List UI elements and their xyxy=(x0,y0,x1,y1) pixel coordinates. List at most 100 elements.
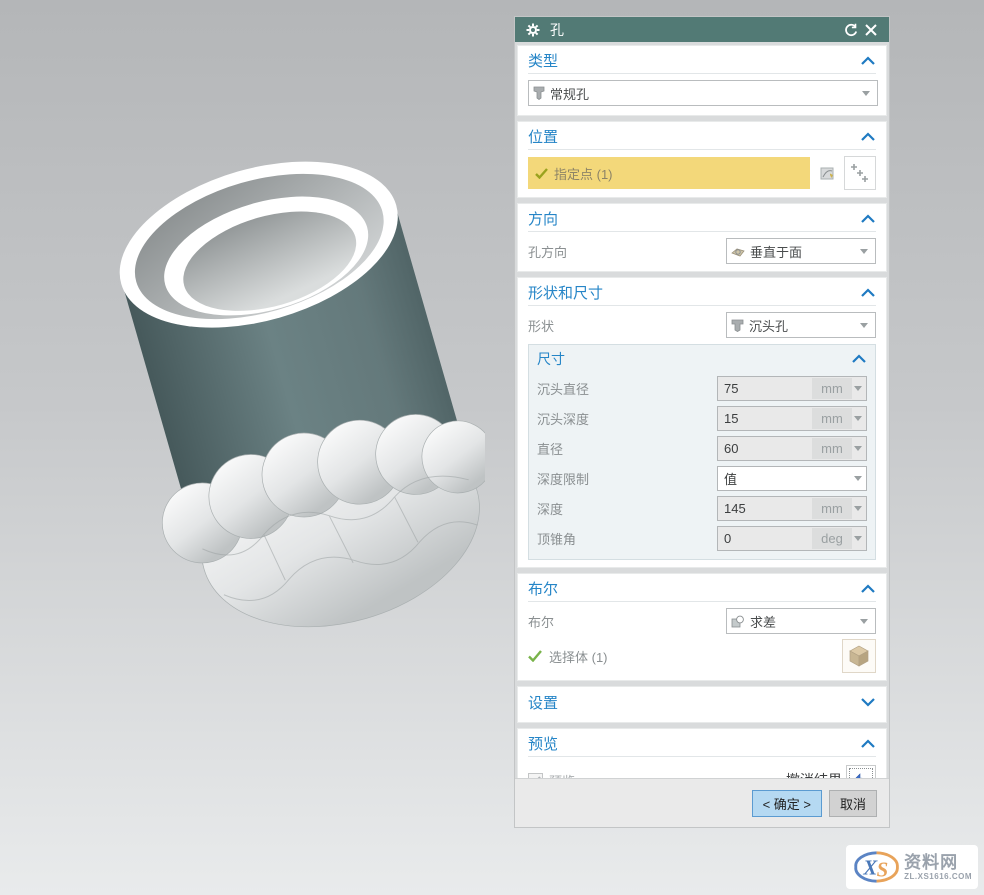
dropdown-caret-icon xyxy=(860,249,868,254)
watermark-name: 资料网 xyxy=(904,854,972,872)
cancel-button[interactable]: 取消 xyxy=(829,790,877,817)
cbore-depth-row: 沉头深度 15 mm xyxy=(537,406,867,431)
section-boolean-header[interactable]: 布尔 xyxy=(528,576,876,602)
xs-logo: X S xyxy=(852,849,901,885)
chevron-up-icon[interactable] xyxy=(851,354,867,364)
ok-button[interactable]: < 确定 > xyxy=(752,790,822,817)
specify-point-row: 指定点 (1) xyxy=(528,156,876,190)
tip-angle-unit: deg xyxy=(812,528,852,549)
dialog-body: 类型 常规孔 位置 指定点 (1 xyxy=(515,42,889,778)
depth-label: 深度 xyxy=(537,499,717,518)
section-shape-size-label: 形状和尺寸 xyxy=(528,282,860,303)
dropdown-caret-icon xyxy=(862,91,870,96)
select-body-button[interactable] xyxy=(842,639,876,673)
specify-point-value: 指定点 (1) xyxy=(554,164,613,183)
cbore-diameter-row: 沉头直径 75 mm xyxy=(537,376,867,401)
dimensions-header[interactable]: 尺寸 xyxy=(537,347,867,371)
field-caret-icon[interactable] xyxy=(854,506,862,511)
boolean-value: 求差 xyxy=(750,612,860,631)
chevron-up-icon[interactable] xyxy=(860,132,876,142)
chevron-up-icon[interactable] xyxy=(860,584,876,594)
specify-point-field[interactable]: 指定点 (1) xyxy=(528,157,810,189)
field-caret-icon[interactable] xyxy=(854,536,862,541)
field-caret-icon[interactable] xyxy=(854,416,862,421)
point-dialog-button[interactable] xyxy=(844,156,876,190)
section-position-label: 位置 xyxy=(528,126,860,147)
section-shape-size: 形状和尺寸 形状 沉头孔 尺寸 沉头直径 xyxy=(517,277,887,568)
checkmark-icon xyxy=(528,650,542,662)
section-preview-label: 预览 xyxy=(528,733,860,754)
undo-result-label: 撤消结果 xyxy=(786,770,842,778)
depth-limit-label: 深度限制 xyxy=(537,469,717,488)
depth-limit-dropdown[interactable]: 值 xyxy=(717,466,867,491)
tip-angle-value[interactable]: 0 xyxy=(718,531,812,546)
checkmark-icon xyxy=(535,168,548,179)
ok-button-label: < 确定 > xyxy=(763,794,811,813)
tip-angle-row: 顶锥角 0 deg xyxy=(537,526,867,551)
solid-body-cube-icon xyxy=(847,644,871,668)
cbore-depth-field[interactable]: 15 mm xyxy=(717,406,867,431)
boolean-label: 布尔 xyxy=(528,612,726,631)
dimensions-subpanel: 尺寸 沉头直径 75 mm 沉头深度 15 mm xyxy=(528,344,876,560)
hole-direction-value: 垂直于面 xyxy=(750,242,860,261)
hole-direction-dropdown[interactable]: 垂直于面 xyxy=(726,238,876,264)
section-type-header[interactable]: 类型 xyxy=(528,48,876,74)
depth-unit: mm xyxy=(812,498,852,519)
select-body-row: 选择体 (1) xyxy=(528,639,876,673)
tip-angle-field[interactable]: 0 deg xyxy=(717,526,867,551)
close-icon[interactable] xyxy=(861,20,881,40)
reset-icon[interactable] xyxy=(841,20,861,40)
section-type-label: 类型 xyxy=(528,50,860,71)
dropdown-caret-icon xyxy=(860,323,868,328)
undo-result-button[interactable] xyxy=(846,765,876,778)
cbore-diameter-field[interactable]: 75 mm xyxy=(717,376,867,401)
sketch-section-button[interactable] xyxy=(813,158,841,188)
svg-text:S: S xyxy=(877,858,889,881)
field-caret-icon[interactable] xyxy=(854,446,862,451)
section-position-header[interactable]: 位置 xyxy=(528,124,876,150)
cbore-depth-value[interactable]: 15 xyxy=(718,411,812,426)
dropdown-caret-icon[interactable] xyxy=(854,476,862,481)
preview-checkbox-label: 预览 xyxy=(549,771,786,779)
cbore-depth-label: 沉头深度 xyxy=(537,409,717,428)
boolean-dropdown[interactable]: 求差 xyxy=(726,608,876,634)
dialog-title: 孔 xyxy=(550,20,841,40)
chevron-up-icon[interactable] xyxy=(860,56,876,66)
subtract-icon xyxy=(731,615,745,628)
select-body-label: 选择体 (1) xyxy=(549,647,842,666)
dialog-menu-gear-icon[interactable] xyxy=(523,20,543,40)
section-position: 位置 指定点 (1) xyxy=(517,121,887,198)
3d-viewport[interactable] xyxy=(55,55,485,675)
shape-dropdown[interactable]: 沉头孔 xyxy=(726,312,876,338)
section-direction-header[interactable]: 方向 xyxy=(528,206,876,232)
field-caret-icon[interactable] xyxy=(854,386,862,391)
depth-field[interactable]: 145 mm xyxy=(717,496,867,521)
diameter-row: 直径 60 mm xyxy=(537,436,867,461)
hole-type-dropdown[interactable]: 常规孔 xyxy=(528,80,878,106)
boolean-row: 布尔 求差 xyxy=(528,608,876,634)
diameter-field[interactable]: 60 mm xyxy=(717,436,867,461)
normal-to-face-icon xyxy=(731,245,745,257)
shape-row: 形状 沉头孔 xyxy=(528,312,876,338)
chevron-up-icon[interactable] xyxy=(860,288,876,298)
section-preview: 预览 预览 撤消结果 xyxy=(517,728,887,778)
chevron-up-icon[interactable] xyxy=(860,214,876,224)
hole-dialog: 孔 类型 常规孔 位 xyxy=(514,16,890,828)
diameter-value[interactable]: 60 xyxy=(718,441,812,456)
depth-value[interactable]: 145 xyxy=(718,501,812,516)
section-preview-header[interactable]: 预览 xyxy=(528,731,876,757)
depth-limit-value: 值 xyxy=(718,469,854,488)
section-settings-header[interactable]: 设置 xyxy=(528,689,876,715)
chevron-down-icon[interactable] xyxy=(860,697,876,707)
counterbore-cylinder-model xyxy=(55,55,485,675)
diameter-unit: mm xyxy=(812,438,852,459)
undo-arrow-icon xyxy=(851,771,871,778)
cbore-diameter-value[interactable]: 75 xyxy=(718,381,812,396)
cbore-diameter-label: 沉头直径 xyxy=(537,379,717,398)
cbore-diameter-unit: mm xyxy=(812,378,852,399)
hole-direction-row: 孔方向 垂直于面 xyxy=(528,238,876,264)
dialog-titlebar[interactable]: 孔 xyxy=(515,17,889,42)
section-shape-size-header[interactable]: 形状和尺寸 xyxy=(528,280,876,306)
chevron-up-icon[interactable] xyxy=(860,739,876,749)
section-settings: 设置 xyxy=(517,686,887,723)
